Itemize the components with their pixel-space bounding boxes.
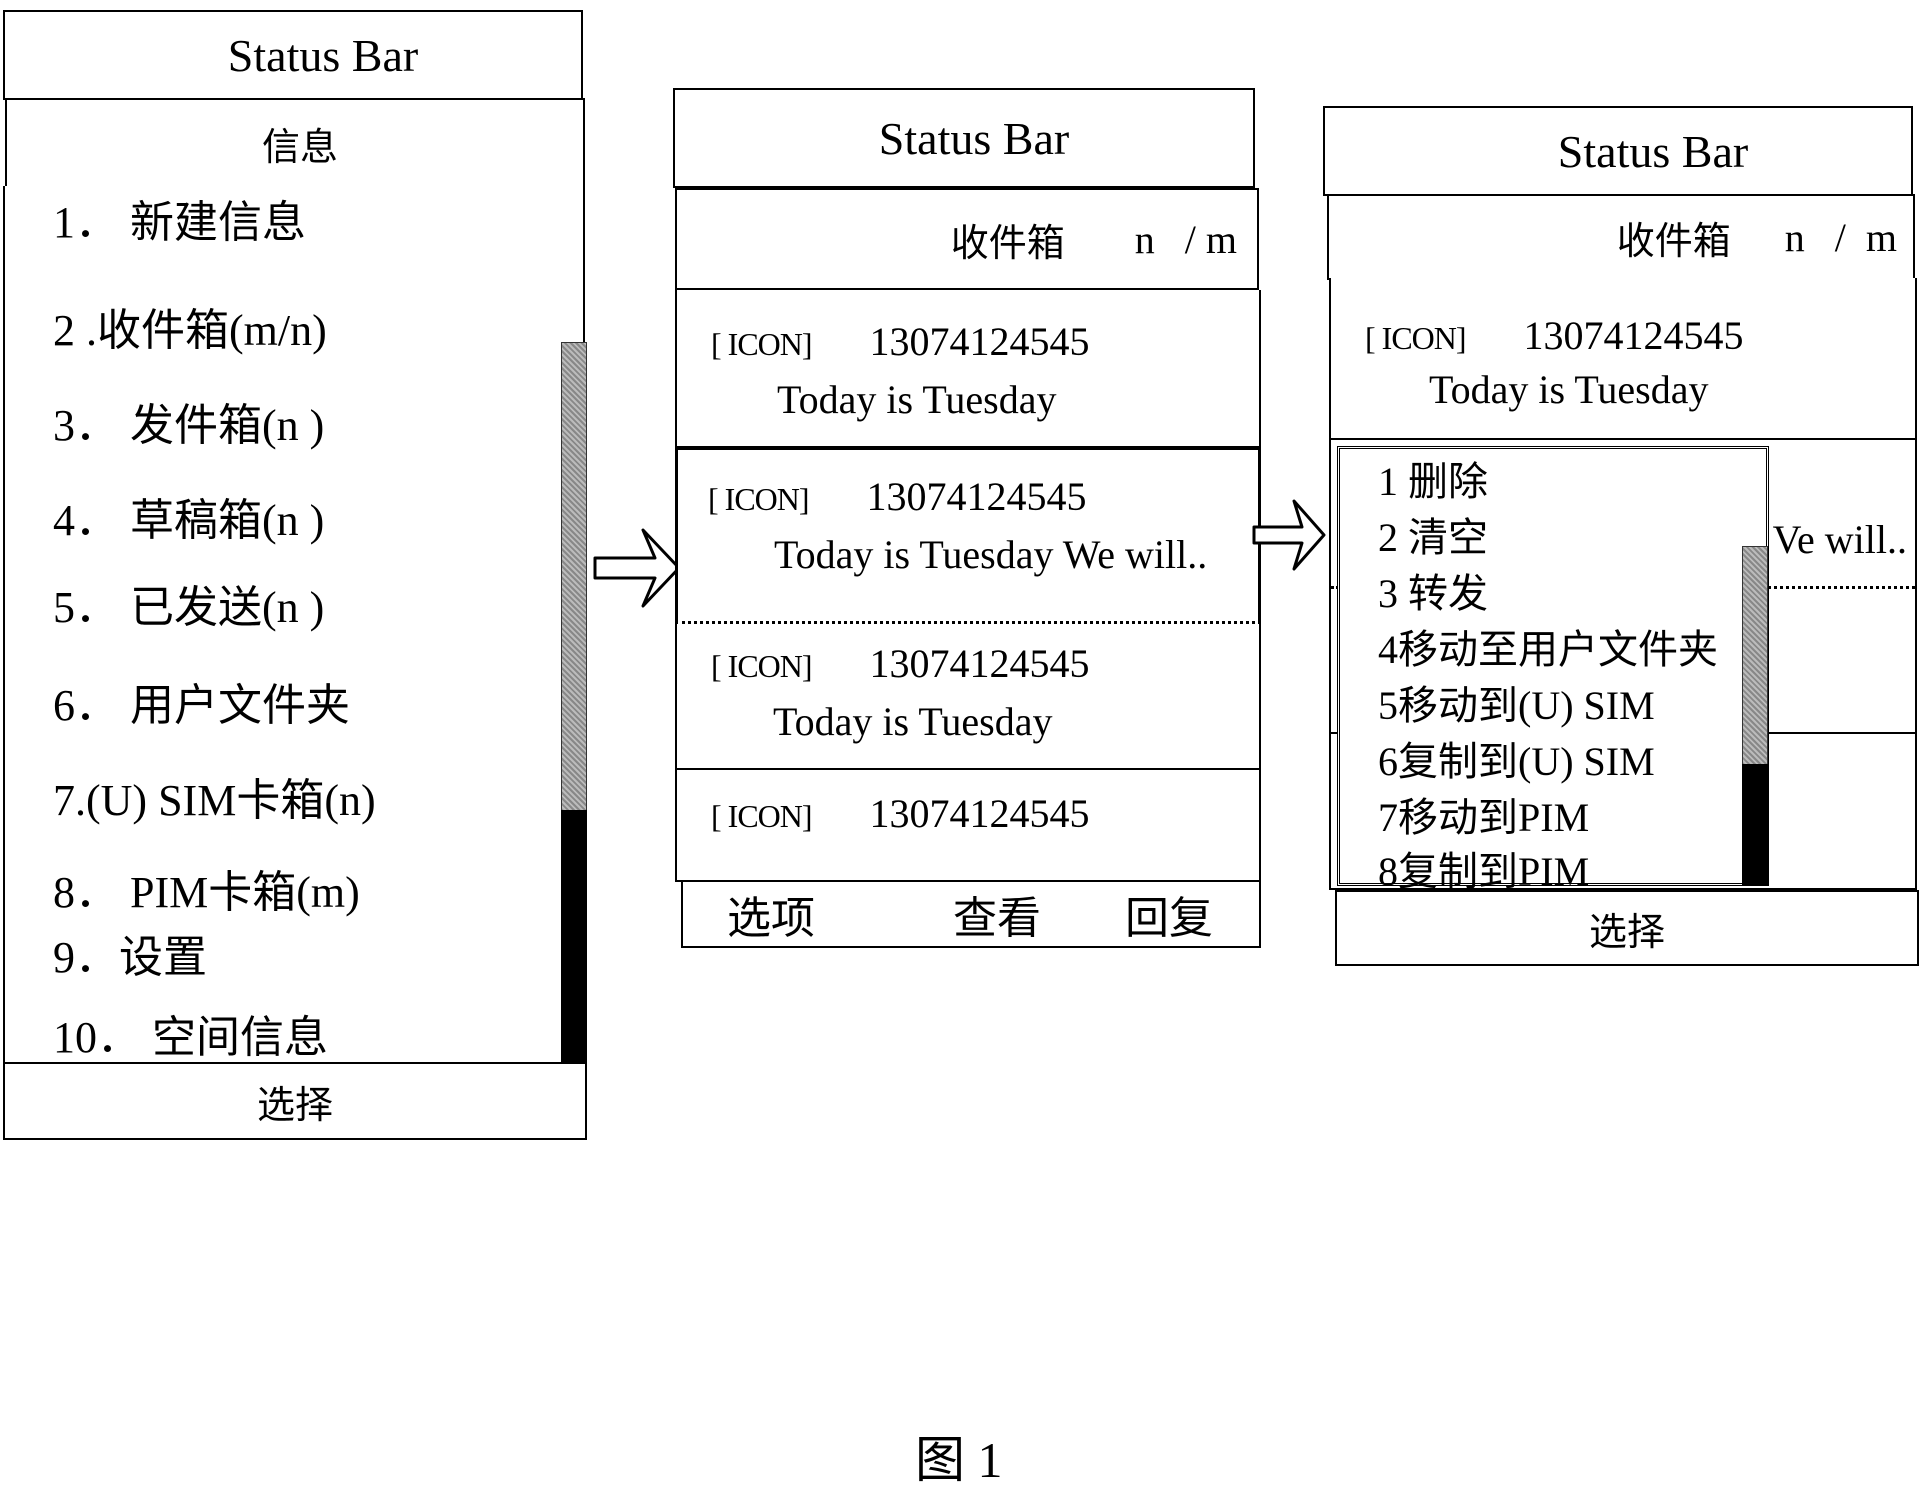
screen-inbox: Status Bar 收件箱 n / m [ ICON] 13074124545 … xyxy=(673,88,1263,948)
screen-title-bar: 信息 xyxy=(5,98,585,188)
option-clear[interactable]: 2 清空 xyxy=(1378,505,1488,563)
message-preview-partial: Ve will.. xyxy=(1772,517,1907,562)
message-icon: [ ICON] xyxy=(708,481,810,517)
softkey-select[interactable]: 选择 xyxy=(257,1074,333,1129)
status-bar: Status Bar xyxy=(673,88,1255,188)
softkey-bar: 选项 查看 回复 xyxy=(681,880,1261,948)
screen-inbox-options: Status Bar 收件箱 n / m [ ICON] 13074124545 … xyxy=(1323,106,1919,968)
options-popup-menu: 1 删除 2 清空 3 转发 4移动至用户文件夹 5移动到(U) SIM 6复制… xyxy=(1337,446,1769,894)
message-icon: [ ICON] xyxy=(711,326,813,362)
softkey-options[interactable]: 选项 xyxy=(727,882,815,946)
status-bar-label: Status Bar xyxy=(227,29,419,81)
figure-caption: 图 1 xyxy=(915,1432,1003,1488)
menu-item-sim-box[interactable]: 7.(U) SIM卡箱(n) xyxy=(53,764,376,828)
menu-item-drafts[interactable]: 4． 草稿箱(n ) xyxy=(53,484,324,548)
softkey-bar: 选择 xyxy=(1335,890,1919,966)
message-item[interactable]: [ ICON] 13074124545 Today is Tuesday xyxy=(1331,278,1915,440)
status-bar-label: Status Bar xyxy=(878,112,1070,164)
option-move-to-pim[interactable]: 7移动到PIM xyxy=(1378,785,1589,843)
menu-item-settings[interactable]: 9．设置 xyxy=(53,921,207,985)
right-arrow-icon xyxy=(1252,495,1328,575)
option-forward[interactable]: 3 转发 xyxy=(1378,561,1488,619)
inbox-header: 收件箱 n / m xyxy=(1327,194,1915,280)
status-bar: Status Bar xyxy=(1323,106,1913,196)
softkey-view[interactable]: 查看 xyxy=(953,882,1041,946)
message-icon: [ ICON] xyxy=(1365,320,1467,356)
message-icon: [ ICON] xyxy=(711,648,813,684)
message-sender: 13074124545 xyxy=(1523,313,1744,358)
scrollbar-thumb[interactable] xyxy=(1742,764,1768,886)
message-list: [ ICON] 13074124545 Today is Tuesday [ IC… xyxy=(675,290,1261,882)
option-move-to-sim[interactable]: 5移动到(U) SIM xyxy=(1378,673,1655,731)
message-item-selected[interactable]: [ ICON] 13074124545 Today is Tuesday We w… xyxy=(675,446,1261,624)
inbox-title: 收件箱 xyxy=(1616,220,1731,263)
message-preview: Today is Tuesday xyxy=(777,377,1057,422)
message-preview: Today is Tuesday xyxy=(773,699,1053,744)
menu-item-sent[interactable]: 5． 已发送(n ) xyxy=(53,571,324,635)
status-bar-label: Status Bar xyxy=(1557,125,1749,177)
message-item[interactable]: [ ICON] 13074124545 Today is Tuesday xyxy=(677,618,1259,770)
message-icon: [ ICON] xyxy=(711,798,813,834)
message-preview: Today is Tuesday xyxy=(1429,367,1709,412)
inbox-count: n / m xyxy=(1134,216,1237,262)
menu-item-pim-box[interactable]: 8． PIM卡箱(m) xyxy=(53,856,360,920)
menu-item-inbox[interactable]: 2 .收件箱(m/n) xyxy=(53,294,327,358)
inbox-title: 收件箱 xyxy=(950,222,1065,265)
option-copy-to-pim[interactable]: 8复制到PIM xyxy=(1378,839,1589,897)
message-sender: 13074124545 xyxy=(869,319,1090,364)
message-sender: 13074124545 xyxy=(869,791,1090,836)
menu-item-outbox[interactable]: 3． 发件箱(n ) xyxy=(53,389,324,453)
menu-item-space-info[interactable]: 10． 空间信息 xyxy=(53,1001,328,1065)
message-item[interactable]: [ ICON] 13074124545 Today is Tuesday xyxy=(677,290,1259,450)
softkey-reply[interactable]: 回复 xyxy=(1125,882,1213,946)
menu-list: 1． 新建信息 2 .收件箱(m/n) 3． 发件箱(n ) 4． 草稿箱(n … xyxy=(3,186,587,1066)
message-preview: Today is Tuesday We will.. xyxy=(774,532,1208,577)
status-bar: Status Bar xyxy=(3,10,583,100)
message-sender: 13074124545 xyxy=(869,641,1090,686)
inbox-header: 收件箱 n / m xyxy=(675,188,1259,290)
softkey-bar: 选择 xyxy=(3,1062,587,1140)
message-item[interactable]: [ ICON] 13074124545 xyxy=(677,768,1259,882)
menu-item-new-message[interactable]: 1． 新建信息 xyxy=(53,186,306,250)
screen-messages-menu: Status Bar 信息 1． 新建信息 2 .收件箱(m/n) 3． 发件箱… xyxy=(3,10,587,1140)
scrollbar-track[interactable] xyxy=(1742,546,1768,766)
message-sender: 13074124545 xyxy=(866,474,1087,519)
option-move-to-user-folder[interactable]: 4移动至用户文件夹 xyxy=(1378,617,1718,675)
inbox-count: n / m xyxy=(1784,214,1897,260)
scrollbar-thumb[interactable] xyxy=(561,810,587,1066)
softkey-select[interactable]: 选择 xyxy=(1589,901,1665,956)
option-delete[interactable]: 1 删除 xyxy=(1378,449,1488,507)
right-arrow-icon xyxy=(593,528,683,608)
scrollbar-track[interactable] xyxy=(561,342,587,812)
screen-title: 信息 xyxy=(261,126,338,169)
menu-item-user-folder[interactable]: 6． 用户文件夹 xyxy=(53,669,350,733)
option-copy-to-sim[interactable]: 6复制到(U) SIM xyxy=(1378,729,1655,787)
